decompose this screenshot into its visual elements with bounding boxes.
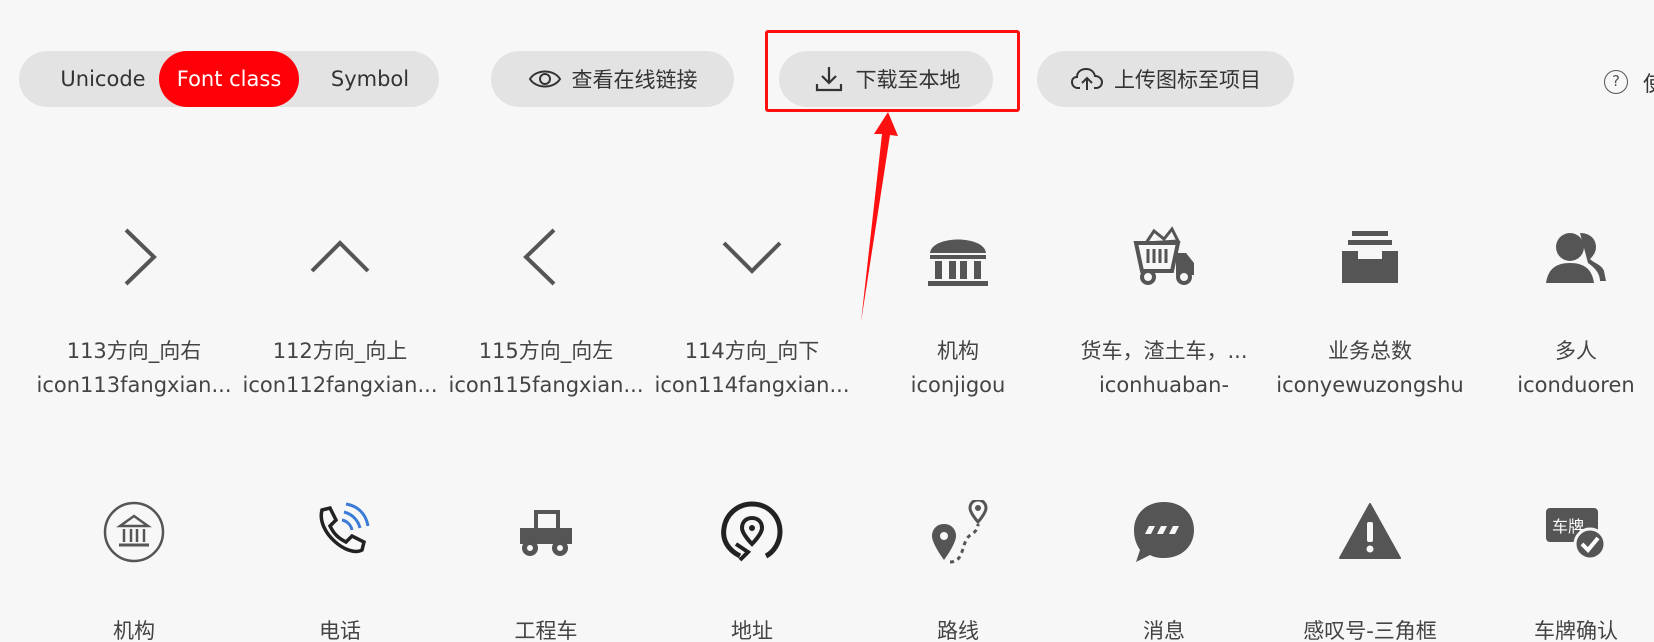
icon-name: 机构 [113, 619, 155, 642]
upload-to-project-button[interactable]: 上传图标至项目 [1037, 51, 1294, 107]
dump-truck-icon [1132, 225, 1196, 289]
help-icon[interactable]: ? [1604, 70, 1628, 94]
icon-name: 112方向_向上 [272, 339, 408, 363]
cloud-upload-icon [1070, 67, 1104, 90]
icon-name: 电话 [319, 619, 361, 642]
icon-name: 114方向_向下 [684, 339, 820, 363]
inbox-tray-icon [1338, 225, 1402, 289]
tab-symbol[interactable]: Symbol [300, 51, 440, 107]
phone-signal-icon [308, 500, 372, 564]
chevron-down-icon [720, 225, 784, 289]
icon-name: 多人 [1555, 339, 1597, 363]
icon-name: 消息 [1143, 619, 1185, 642]
icon-class: iconduoren [1517, 373, 1635, 397]
icon-name: 货车，渣土车，... [1080, 339, 1248, 363]
institution-icon [926, 225, 990, 289]
chevron-right-icon [102, 225, 166, 289]
license-plate-check-icon: 车牌 [1544, 500, 1608, 564]
tab-font-class[interactable]: Font class [159, 51, 299, 107]
institution-circle-icon [102, 500, 166, 564]
icon-class: icon113fangxian... [36, 373, 232, 397]
icon-class: iconjigou [910, 373, 1006, 397]
icon-class: icon112fangxian... [242, 373, 438, 397]
type-tab-group: Unicode Font class Symbol [19, 51, 439, 107]
upload-to-project-label: 上传图标至项目 [1114, 68, 1261, 92]
warning-triangle-icon [1338, 500, 1402, 564]
icon-name: 路线 [937, 619, 979, 642]
icon-name: 115方向_向左 [478, 339, 614, 363]
chevron-left-icon [514, 225, 578, 289]
chevron-up-icon [308, 225, 372, 289]
icon-name: 工程车 [514, 619, 578, 642]
help-link-text[interactable]: 使 [1643, 68, 1654, 98]
location-circle-icon [720, 500, 784, 564]
icon-name: 感叹号-三角框 [1303, 619, 1437, 642]
download-icon [815, 67, 842, 92]
eye-icon [528, 70, 561, 88]
download-local-button[interactable]: 下载至本地 [779, 51, 993, 107]
icon-class: iconhuaban- [1098, 373, 1230, 397]
icon-name: 地址 [731, 619, 773, 642]
view-online-link-label: 查看在线链接 [571, 68, 698, 92]
icon-class: icon114fangxian... [654, 373, 850, 397]
tractor-icon [514, 500, 578, 564]
multi-user-icon [1544, 225, 1608, 289]
icon-name: 业务总数 [1328, 339, 1412, 363]
icon-name: 机构 [937, 339, 979, 363]
icon-class: iconyewuzongshu [1276, 373, 1464, 397]
download-local-label: 下载至本地 [855, 68, 961, 92]
icon-name: 113方向_向右 [66, 339, 202, 363]
icon-class: icon115fangxian... [448, 373, 644, 397]
icon-name: 车牌确认 [1534, 619, 1618, 642]
tab-unicode[interactable]: Unicode [33, 51, 173, 107]
route-icon [926, 498, 990, 564]
message-bubble-icon [1132, 500, 1196, 564]
view-online-link-button[interactable]: 查看在线链接 [491, 51, 734, 107]
